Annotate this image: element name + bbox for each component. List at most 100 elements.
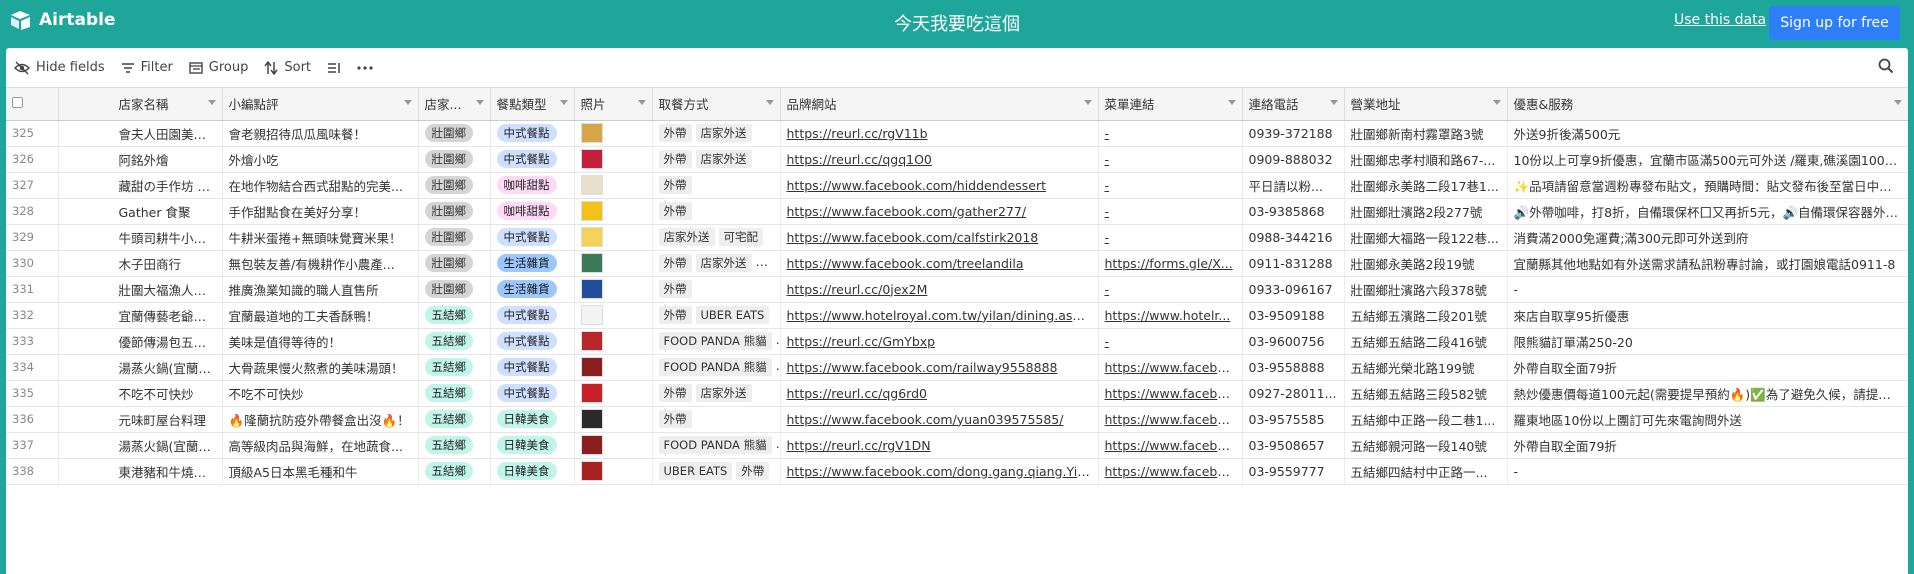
- cell-address[interactable]: 五結鄉四結村中正路一...: [1344, 458, 1508, 485]
- cell-website[interactable]: https://reurl.cc/rgV11b: [780, 120, 1099, 147]
- cell-food-type[interactable]: 日韓美食: [490, 406, 575, 433]
- cell-store-name[interactable]: 東港豬和牛燒肉關隱...: [58, 458, 223, 485]
- chevron-down-icon[interactable]: [403, 100, 412, 105]
- chevron-down-icon[interactable]: [1329, 100, 1338, 105]
- cell-pickup[interactable]: 外帶: [652, 198, 781, 225]
- cell-store-name[interactable]: 湯蒸火鍋(宜蘭鐵道店): [58, 354, 223, 381]
- cell-offer[interactable]: 限熊貓訂單滿250-20: [1507, 328, 1908, 355]
- cell-website[interactable]: https://www.facebook.com/treelandila: [780, 250, 1099, 277]
- cell-review[interactable]: 無包裝友善/有機耕作小農產...: [222, 250, 419, 277]
- cell-review[interactable]: 大骨蔬果慢火熬煮的美味湯頭！: [222, 354, 419, 381]
- cell-area[interactable]: 五結鄉: [418, 458, 491, 485]
- cell-menu[interactable]: https://www.facebo...: [1098, 380, 1243, 407]
- cell-photo[interactable]: [574, 458, 653, 485]
- cell-website[interactable]: https://reurl.cc/rgV1DN: [780, 432, 1099, 459]
- search-button[interactable]: [1878, 58, 1894, 78]
- cell-food-type[interactable]: 日韓美食: [490, 432, 575, 459]
- table-row[interactable]: 325 會夫人田園美食坊 會老親招待瓜瓜風味餐！ 壯圍鄉 中式餐點 外帶 店家外送 https…: [6, 120, 1908, 147]
- cell-photo[interactable]: [574, 172, 653, 199]
- cell-phone[interactable]: 0927-28011...: [1242, 380, 1345, 407]
- table-row[interactable]: 328 Gather 食聚 手作甜點食在美好分享！ 壯圍鄉 咖啡甜點 外帶 https://…: [6, 198, 1908, 225]
- cell-area[interactable]: 壯圍鄉: [418, 224, 491, 251]
- chevron-down-icon[interactable]: [1083, 100, 1092, 105]
- menu-link[interactable]: https://www.hotelr...: [1105, 308, 1231, 323]
- column-header[interactable]: 營業地址: [1344, 88, 1508, 121]
- website-link[interactable]: https://www.facebook.com/dong.gang.qiang…: [787, 464, 1093, 479]
- cell-store-name[interactable]: Gather 食聚: [58, 198, 223, 225]
- cell-area[interactable]: 壯圍鄉: [418, 172, 491, 199]
- column-header[interactable]: 店家名稱: [58, 88, 223, 121]
- cell-pickup[interactable]: FOOD PANDA 熊貓: [652, 354, 781, 381]
- cell-offer[interactable]: 外送9折後滿500元: [1507, 120, 1908, 147]
- cell-address[interactable]: 壯圍鄉永美路二段17巷1...: [1344, 172, 1508, 199]
- cell-offer[interactable]: ✨品項請留意當週粉專發布貼文，預購時間：貼文發布後至當日中午12: [1507, 172, 1908, 199]
- cell-phone[interactable]: 03-9575585: [1242, 406, 1345, 433]
- column-header[interactable]: 取餐方式: [652, 88, 781, 121]
- photo-thumbnail[interactable]: [580, 149, 603, 169]
- cell-pickup[interactable]: 外帶 UBER EATS: [652, 302, 781, 329]
- cell-area[interactable]: 五結鄉: [418, 406, 491, 433]
- table-row[interactable]: 329 牛頭司耕牛小學堂 牛耕米蛋捲+無頭味覺寶米果！ 壯圍鄉 中式餐點 店家外送 可宅配 h…: [6, 224, 1908, 251]
- photo-thumbnail[interactable]: [580, 123, 603, 143]
- table-row[interactable]: 335 不吃不可快炒 不吃不可快炒 五結鄉 中式餐點 外帶 店家外送 https://reur…: [6, 380, 1908, 407]
- cell-offer[interactable]: 熱炒優惠價每道100元起(需要提早預約🔥)✅為了避免久候，請提前預: [1507, 380, 1908, 407]
- website-link[interactable]: https://reurl.cc/qg6rd0: [787, 386, 927, 401]
- cell-offer[interactable]: -: [1507, 276, 1908, 303]
- cell-food-type[interactable]: 中式餐點: [490, 328, 575, 355]
- menu-link[interactable]: https://forms.gle/X...: [1105, 256, 1233, 271]
- column-header[interactable]: 店家...: [418, 88, 491, 121]
- table-row[interactable]: 327藏甜の手作坊 Hidden...在地作物結合西式甜點的完美... 壯圍鄉 咖啡…: [6, 172, 1908, 199]
- menu-link[interactable]: -: [1105, 204, 1110, 219]
- cell-store-name[interactable]: 湯蒸火鍋(宜蘭利澤店): [58, 432, 223, 459]
- cell-menu[interactable]: -: [1098, 276, 1243, 303]
- cell-pickup[interactable]: 外帶 店家外送: [652, 380, 781, 407]
- cell-offer[interactable]: 外帶自取全面79折: [1507, 432, 1908, 459]
- cell-menu[interactable]: -: [1098, 120, 1243, 147]
- cell-review[interactable]: 手作甜點食在美好分享！: [222, 198, 419, 225]
- photo-thumbnail[interactable]: [580, 357, 603, 377]
- cell-food-type[interactable]: 中式餐點: [490, 302, 575, 329]
- cell-address[interactable]: 壯圍鄉壯濱路2段277號: [1344, 198, 1508, 225]
- table-row[interactable]: 330木子田商行無包裝友善/有機耕作小農產... 壯圍鄉 生活雜貨 外帶店家外送可宅 h…: [6, 250, 1908, 277]
- photo-thumbnail[interactable]: [580, 253, 603, 273]
- use-this-data-link[interactable]: Use this data: [1674, 12, 1766, 28]
- cell-phone[interactable]: 平日請以粉...: [1242, 172, 1345, 199]
- row-height-button[interactable]: [319, 54, 349, 82]
- cell-website[interactable]: https://reurl.cc/0jex2M: [780, 276, 1099, 303]
- group-button[interactable]: Group: [181, 54, 257, 82]
- column-header[interactable]: 連絡電話: [1242, 88, 1345, 121]
- menu-link[interactable]: https://www.facebo...: [1105, 464, 1237, 479]
- sign-up-button[interactable]: Sign up for free: [1769, 6, 1900, 40]
- cell-pickup[interactable]: 店家外送 可宅配: [652, 224, 781, 251]
- cell-area[interactable]: 五結鄉: [418, 354, 491, 381]
- table-row[interactable]: 334湯蒸火鍋(宜蘭鐵道店)大骨蔬果慢火熬煮的美味湯頭！ 五結鄉 中式餐點 FOOD …: [6, 354, 1908, 381]
- cell-store-name[interactable]: 牛頭司耕牛小學堂: [58, 224, 223, 251]
- chevron-down-icon[interactable]: [1227, 100, 1236, 105]
- cell-address[interactable]: 五結鄉五結路三段582號: [1344, 380, 1508, 407]
- sort-button[interactable]: Sort: [256, 54, 319, 82]
- cell-photo[interactable]: [574, 406, 653, 433]
- menu-link[interactable]: https://www.facebo...: [1105, 360, 1237, 375]
- cell-address[interactable]: 壯圍鄉壯濱路六段378號: [1344, 276, 1508, 303]
- table-row[interactable]: 338東港豬和牛燒肉關隱...頂級A5日本黑毛種和牛五結鄉 日韓美食 UBER EA…: [6, 458, 1908, 485]
- cell-photo[interactable]: [574, 198, 653, 225]
- cell-area[interactable]: 壯圍鄉: [418, 276, 491, 303]
- cell-photo[interactable]: [574, 276, 653, 303]
- cell-phone[interactable]: 0939-372188: [1242, 120, 1345, 147]
- website-link[interactable]: https://reurl.cc/GmYbxp: [787, 334, 936, 349]
- cell-offer[interactable]: 來店自取享95折優惠: [1507, 302, 1908, 329]
- cell-menu[interactable]: https://www.facebo...: [1098, 354, 1243, 381]
- cell-review[interactable]: 宜蘭最道地的工夫香酥鴨！: [222, 302, 419, 329]
- cell-photo[interactable]: [574, 328, 653, 355]
- cell-store-name[interactable]: 木子田商行: [58, 250, 223, 277]
- cell-area[interactable]: 五結鄉: [418, 380, 491, 407]
- column-header[interactable]: 品牌網站: [780, 88, 1099, 121]
- cell-review[interactable]: 會老親招待瓜瓜風味餐！: [222, 120, 419, 147]
- table-row[interactable]: 337湯蒸火鍋(宜蘭利澤店)高等級肉品與海鮮，在地蔬食... 五結鄉 日韓美食 FOO…: [6, 432, 1908, 459]
- photo-thumbnail[interactable]: [580, 331, 603, 351]
- cell-menu[interactable]: https://www.facebo...: [1098, 432, 1243, 459]
- cell-phone[interactable]: 03-9600756: [1242, 328, 1345, 355]
- photo-thumbnail[interactable]: [580, 305, 603, 325]
- cell-offer[interactable]: 🔊外帶咖啡，打8折，自備環保杯囗又再折5元，🔊自備環保容器外帶甜: [1507, 198, 1908, 225]
- menu-link[interactable]: -: [1105, 230, 1110, 245]
